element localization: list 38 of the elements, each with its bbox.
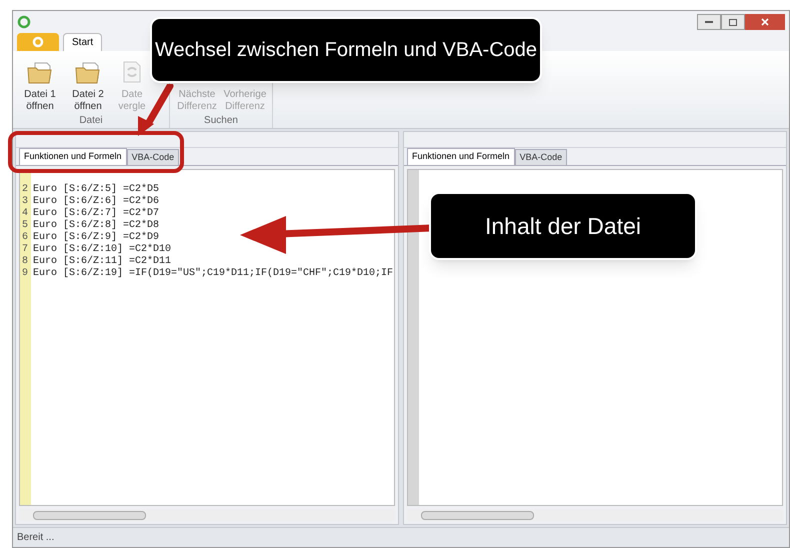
folder-icon [27,61,53,85]
code-line: Euro [S:6/Z:11] =C2*D11 [33,256,172,268]
line-number: 3 [21,196,30,208]
code-line: Euro [S:6/Z:8] =C2*D8 [33,220,160,232]
close-icon [761,18,769,26]
line-number: 5 [21,220,30,232]
editor-tab[interactable]: VBA-Code [514,149,568,165]
code-line: Euro [S:6/Z:6] =C2*D6 [33,196,160,208]
horizontal-scrollbar[interactable] [19,509,395,521]
line-number: 4 [21,208,30,220]
app-logo-icon [32,36,44,48]
close-button[interactable] [745,14,785,30]
line-number: 2 [21,184,30,196]
maximize-button[interactable] [721,14,745,30]
ribbon-button[interactable]: Datei 1 öffnen [17,55,63,113]
status-text: Bereit ... [17,531,54,545]
callout-text: Inhalt der Datei [485,212,641,241]
horizontal-scrollbar[interactable] [407,509,783,521]
code-line: Euro [S:6/Z:19] =IF(D19="US";C19*D11;IF(D19="CHF";C19*D10;IF [33,268,394,280]
code-line: Euro [S:6/Z:7] =C2*D7 [33,208,160,220]
editor-tab[interactable]: Funktionen und Formeln [407,148,515,165]
line-number: 6 [21,232,30,244]
ribbon-group-label: Suchen [203,114,239,128]
app-logo-icon [17,15,31,29]
minimize-button[interactable] [697,14,721,30]
code-line: Euro [S:6/Z:10] =C2*D10 [33,244,172,256]
line-number: 8 [21,256,30,268]
editor-tab[interactable]: VBA-Code [126,149,180,165]
code-line: Euro [S:6/Z:9] =C2*D9 [33,232,160,244]
line-number: 7 [21,244,30,256]
code-line: Euro [S:6/Z:5] =C2*D5 [33,184,160,196]
editor-tab[interactable]: Funktionen und Formeln [19,148,127,165]
ribbon-tab[interactable]: Start [63,33,102,51]
callout-text: Wechsel zwischen Formeln und VBA-Code [154,38,538,63]
folder-icon [75,61,101,85]
ribbon-button[interactable]: Datei 2 öffnen [65,55,111,113]
line-number: 9 [21,268,30,280]
ribbon-group-label: Datei [78,114,104,128]
